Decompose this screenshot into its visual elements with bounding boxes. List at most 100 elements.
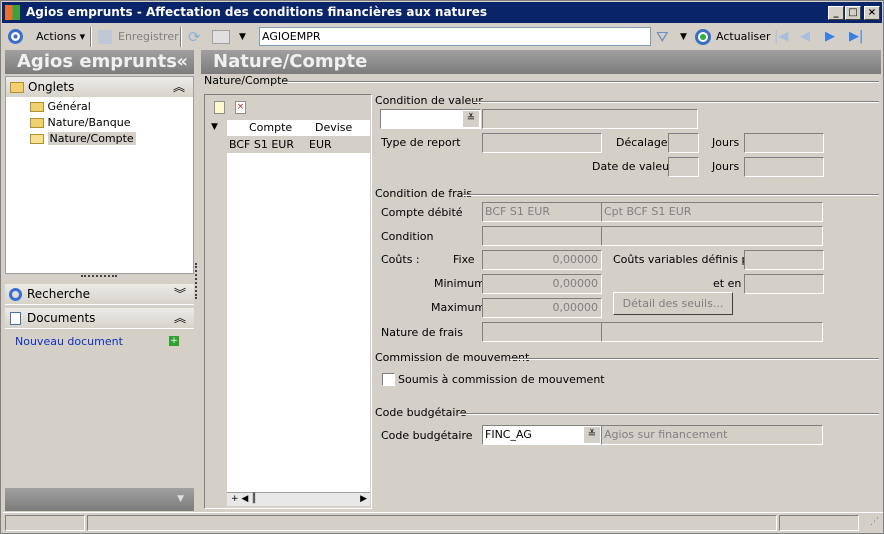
window-title: Agios emprunts - Affectation des conditi… bbox=[26, 5, 488, 19]
commission-checkbox[interactable] bbox=[382, 373, 395, 386]
folder-icon bbox=[10, 82, 24, 93]
cell-compte: BCF S1 EUR bbox=[229, 138, 294, 151]
actions-menu[interactable]: Actions ▾ bbox=[36, 28, 85, 46]
resize-grip-icon[interactable]: ⋰ bbox=[870, 517, 879, 527]
code-budgetaire-select[interactable]: FINC_AG ≚ bbox=[482, 425, 602, 445]
nature-frais-label: Nature de frais bbox=[381, 326, 463, 339]
app-icon bbox=[5, 5, 20, 20]
maximize-button[interactable]: □ bbox=[845, 6, 861, 20]
tree-label: Nature/Compte bbox=[47, 132, 136, 145]
column-compte[interactable]: Compte bbox=[249, 120, 292, 136]
tree-item-general[interactable]: Général bbox=[30, 100, 91, 113]
save-button[interactable]: Enregistrer bbox=[118, 28, 179, 46]
dropdown-icon[interactable]: ≚ bbox=[584, 427, 600, 443]
compte-list-panel: × Compte Devise BCF S1 EUR EUR ▼ + ◀ ║ ▶ bbox=[204, 94, 372, 509]
condition-valeur-libelle bbox=[482, 109, 698, 129]
compte-grid: Compte Devise BCF S1 EUR EUR bbox=[227, 120, 370, 492]
status-pane bbox=[87, 515, 777, 531]
left-panel-title: Agios emprunts bbox=[17, 51, 178, 72]
previous-record-icon[interactable]: ◀ bbox=[800, 28, 810, 46]
grid-header: Compte Devise bbox=[227, 120, 370, 136]
print-icon[interactable] bbox=[212, 30, 230, 44]
date-valeur-label: Date de valeur bbox=[592, 160, 674, 173]
jours-label-2: Jours bbox=[712, 160, 740, 173]
main-header: Nature/Compte bbox=[201, 50, 881, 74]
nature-frais-code bbox=[482, 322, 602, 342]
home-icon[interactable] bbox=[8, 29, 23, 44]
cell-devise: EUR bbox=[309, 138, 332, 151]
dropdown-icon[interactable]: ≚ bbox=[463, 111, 479, 127]
commission-checkbox-label[interactable]: Soumis à commission de mouvement bbox=[398, 373, 605, 387]
expand-down-icon[interactable]: ︾ bbox=[174, 284, 186, 305]
new-document-link[interactable]: Nouveau document bbox=[15, 335, 123, 348]
divider bbox=[510, 358, 879, 360]
filter-dropdown-icon[interactable]: ▼ bbox=[680, 28, 687, 46]
delete-record-icon[interactable]: × bbox=[235, 101, 246, 114]
detail-seuils-button[interactable]: Détail des seuils... bbox=[613, 292, 733, 315]
horizontal-scrollbar[interactable]: + ◀ ║ ▶ bbox=[227, 492, 370, 506]
minimum-label: Minimum bbox=[434, 277, 485, 290]
decalage-field bbox=[668, 133, 699, 153]
tree-item-nature-compte[interactable]: Nature/Compte bbox=[30, 132, 136, 145]
onglets-header[interactable]: Onglets ︽ bbox=[6, 77, 193, 98]
refresh-icon[interactable] bbox=[695, 29, 711, 45]
close-button[interactable]: × bbox=[864, 6, 880, 20]
code-budgetaire-libelle: Agios sur financement bbox=[601, 425, 823, 445]
add-icon[interactable]: + bbox=[169, 336, 179, 346]
divider bbox=[459, 413, 879, 415]
collapse-up-icon[interactable]: ︽ bbox=[174, 308, 186, 329]
compte-debite-libelle: Cpt BCF S1 EUR bbox=[601, 202, 823, 222]
actions-label: Actions bbox=[36, 30, 77, 43]
tree-item-nature-banque[interactable]: Nature/Banque bbox=[30, 116, 131, 129]
condition-libelle bbox=[601, 226, 823, 246]
refresh-button[interactable]: Actualiser bbox=[716, 28, 771, 46]
couts-variables-field bbox=[744, 250, 824, 270]
collapse-left-button[interactable]: « bbox=[176, 50, 188, 74]
onglets-label: Onglets bbox=[28, 80, 75, 94]
minimize-button[interactable]: _ bbox=[828, 6, 844, 20]
sync-icon[interactable]: ⟳ bbox=[188, 28, 201, 46]
maximum-field: 0,00000 bbox=[482, 298, 602, 318]
folder-icon bbox=[30, 102, 44, 112]
next-record-icon[interactable]: ▶ bbox=[825, 28, 835, 46]
jours-field bbox=[744, 133, 824, 153]
minimum-field: 0,00000 bbox=[482, 274, 602, 294]
table-row[interactable]: BCF S1 EUR EUR bbox=[227, 136, 370, 153]
title-bar: Agios emprunts - Affectation des conditi… bbox=[2, 2, 882, 23]
splitter-handle[interactable] bbox=[81, 275, 117, 277]
condition-valeur-select[interactable]: ≚ bbox=[380, 109, 481, 129]
code-budgetaire-label: Code budgétaire bbox=[381, 429, 473, 442]
divider bbox=[283, 81, 879, 83]
search-circle-icon bbox=[9, 288, 22, 301]
condition-code bbox=[482, 226, 602, 246]
first-record-icon[interactable]: |◀ bbox=[774, 28, 788, 46]
document-icon bbox=[10, 312, 21, 325]
nature-frais-libelle bbox=[601, 322, 823, 342]
column-devise[interactable]: Devise bbox=[315, 120, 352, 136]
last-record-icon[interactable]: ▶| bbox=[849, 28, 863, 46]
collapse-up-icon[interactable]: ︽ bbox=[173, 77, 185, 98]
documents-header[interactable]: Documents ︽ bbox=[5, 308, 194, 329]
group-commission: Commission de mouvement bbox=[375, 351, 530, 364]
main-subtitle: Nature/Compte bbox=[204, 74, 289, 87]
group-code-budgetaire: Code budgétaire bbox=[375, 406, 467, 419]
fixe-label: Fixe bbox=[453, 253, 475, 266]
separator bbox=[90, 27, 92, 47]
vertical-splitter[interactable] bbox=[195, 263, 198, 299]
fixe-field: 0,00000 bbox=[482, 250, 602, 270]
group-condition-valeur: Condition de valeur bbox=[375, 94, 483, 107]
toolbar: Actions ▾ Enregistrer ⟳ ▼ ⛛ ▼ Actualiser… bbox=[2, 24, 882, 50]
couts-label: Coûts : bbox=[381, 253, 420, 266]
search-input[interactable] bbox=[259, 27, 651, 46]
open-folder-icon bbox=[30, 134, 44, 144]
save-icon bbox=[98, 30, 112, 44]
group-condition-frais: Condition de frais bbox=[375, 187, 473, 200]
filter-icon[interactable]: ⛛ bbox=[656, 28, 669, 46]
recherche-header[interactable]: Recherche ︾ bbox=[5, 284, 194, 305]
row-indicator-icon: ▼ bbox=[211, 122, 218, 132]
jours-field-2 bbox=[744, 157, 824, 177]
left-panel-footer[interactable]: ▼ bbox=[5, 488, 194, 511]
divider bbox=[463, 194, 879, 196]
print-dropdown-icon[interactable]: ▼ bbox=[239, 28, 246, 46]
new-record-icon[interactable] bbox=[214, 101, 225, 114]
